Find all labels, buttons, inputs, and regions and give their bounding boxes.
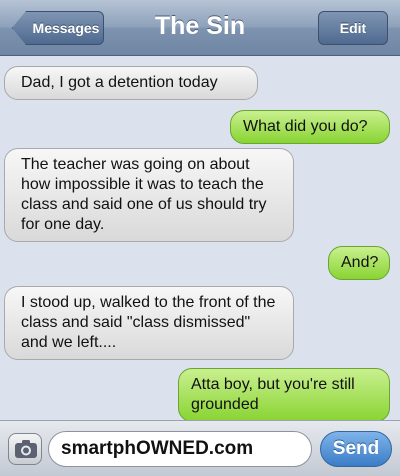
message-bubble-incoming: Dad, I got a detention today <box>4 66 258 100</box>
message-input[interactable]: smartphOWNED.com <box>48 431 312 467</box>
camera-button[interactable] <box>8 433 42 465</box>
message-list: Dad, I got a detention today What did yo… <box>0 56 400 422</box>
navigation-bar: Messages The Sin Edit <box>0 0 400 56</box>
message-bubble-outgoing: Atta boy, but you're still grounded <box>178 368 390 422</box>
message-bubble-incoming: The teacher was going on about how impos… <box>4 148 294 242</box>
message-bubble-incoming: I stood up, walked to the front of the c… <box>4 286 294 360</box>
message-bubble-outgoing: And? <box>328 246 390 280</box>
message-bubble-outgoing: What did you do? <box>230 110 390 144</box>
camera-icon <box>15 440 37 458</box>
send-button[interactable]: Send <box>320 431 392 467</box>
compose-bar: smartphOWNED.com Send <box>0 420 400 476</box>
edit-button[interactable]: Edit <box>318 11 388 45</box>
